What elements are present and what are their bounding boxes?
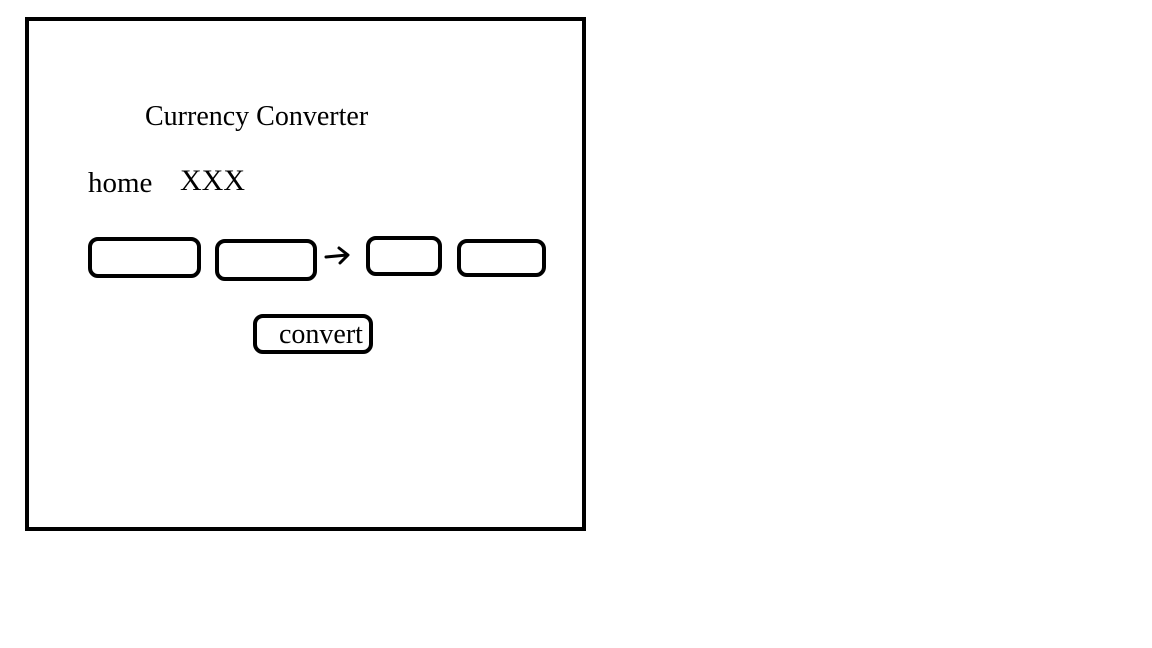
convert-button[interactable]: convert bbox=[253, 314, 373, 354]
nav-link-home[interactable]: home bbox=[88, 165, 152, 201]
amount-from-input[interactable] bbox=[88, 237, 201, 278]
page-title: Currency Converter bbox=[145, 101, 369, 132]
amount-to-input[interactable] bbox=[366, 236, 442, 276]
arrow-right-icon bbox=[324, 246, 350, 265]
nav-link-xxx[interactable]: XXX bbox=[180, 163, 245, 199]
currency-to-input[interactable] bbox=[457, 239, 546, 277]
currency-from-input[interactable] bbox=[215, 239, 317, 281]
